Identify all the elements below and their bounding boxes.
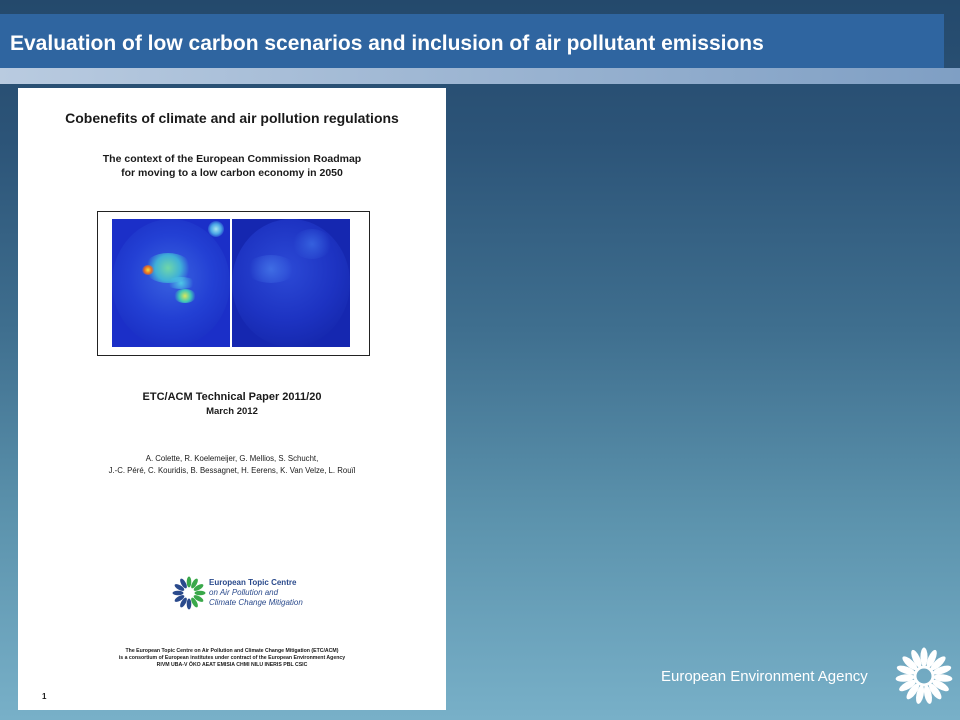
pollution-map-left (112, 219, 230, 347)
authors-line-2: J.-C. Péré, C. Kouridis, B. Bessagnet, H… (108, 466, 356, 475)
header-accent-band (0, 68, 960, 84)
page-number: 1 (42, 692, 47, 701)
etc-name-line-3: Climate Change Mitigation (209, 598, 303, 607)
document-subtitle: The context of the European Commission R… (18, 152, 446, 180)
slide-title: Evaluation of low carbon scenarios and i… (10, 32, 764, 55)
footer-line-2: is a consortium of European institutes u… (118, 655, 346, 661)
document-footer: The European Topic Centre on Air Polluti… (18, 648, 446, 669)
header-bar: Evaluation of low carbon scenarios and i… (0, 14, 944, 68)
document-title: Cobenefits of climate and air pollution … (65, 110, 399, 126)
subtitle-line-1: The context of the European Commission R… (102, 153, 362, 165)
pollution-map-right (232, 219, 350, 347)
etc-name-line-1: European Topic Centre (209, 578, 297, 587)
document-cover: Cobenefits of climate and air pollution … (18, 88, 446, 710)
authors-line-1: A. Colette, R. Koelemeijer, G. Mellios, … (145, 454, 319, 463)
sunflower-logo-icon (172, 576, 206, 610)
author-list: A. Colette, R. Koelemeijer, G. Mellios, … (18, 453, 446, 477)
etc-logo-text: European Topic Centre on Air Pollution a… (209, 578, 303, 608)
map-figure (97, 211, 370, 356)
agency-name: European Environment Agency (661, 668, 868, 685)
etc-name-line-2: on Air Pollution and (209, 588, 279, 597)
subtitle-line-2: for moving to a low carbon economy in 20… (121, 167, 343, 179)
paper-date: March 2012 (206, 406, 258, 417)
footer-line-1: The European Topic Centre on Air Polluti… (125, 648, 339, 654)
footer-line-3: RIVM UBA-V ÖKO AEAT EMISIA CHMI NILU INE… (156, 662, 308, 668)
paper-id: ETC/ACM Technical Paper 2011/20 (142, 391, 322, 403)
sunflower-logo-icon (895, 647, 953, 704)
